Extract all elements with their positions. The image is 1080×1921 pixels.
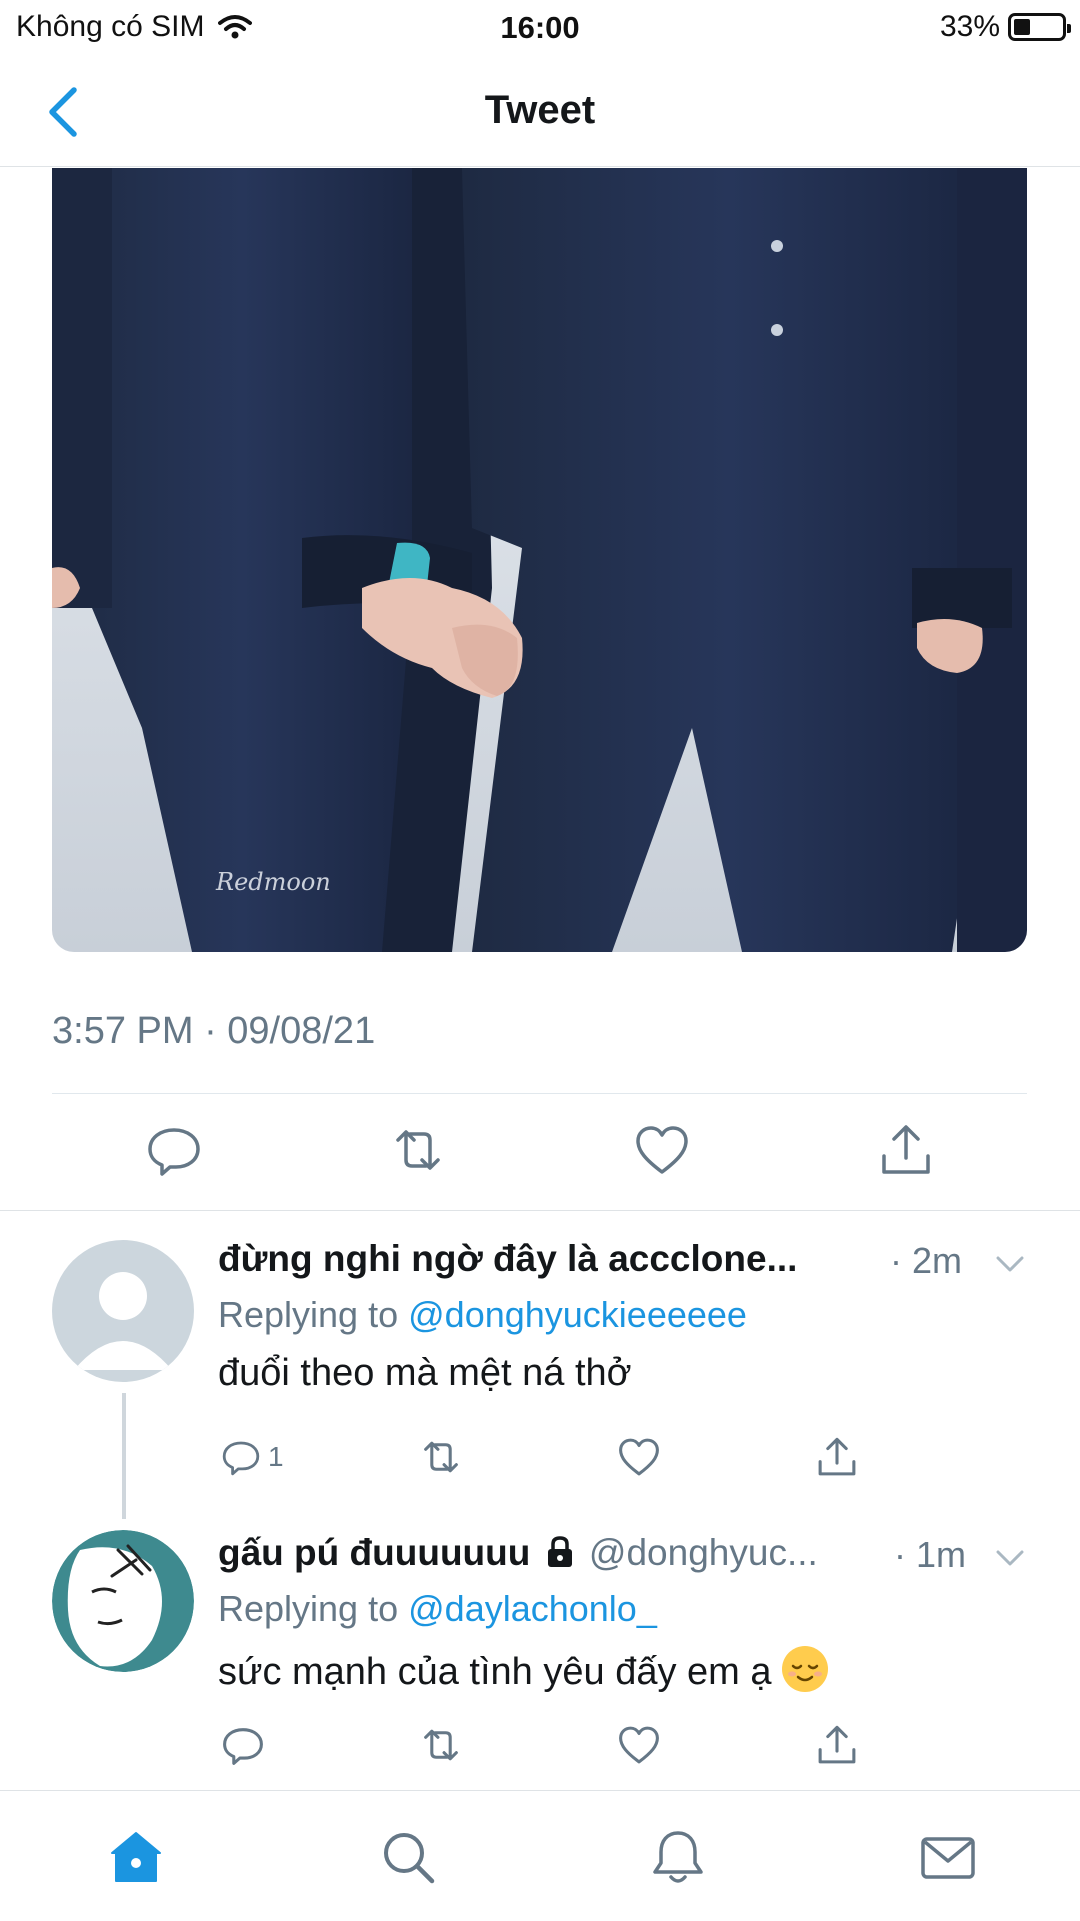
lock-icon [547,1536,572,1567]
page-title: Tweet [484,88,596,132]
reply-time: · 2m [890,1240,962,1281]
reply-text-line: sức mạnh của tình yêu đấy em ạ [218,1646,829,1694]
retweet-icon[interactable] [418,1722,464,1768]
reply-text: đuổi theo mà mệt ná thở [218,1352,632,1394]
battery-icon [1008,13,1071,41]
reply-actions [0,1722,1080,1772]
clock: 16:00 [500,10,580,45]
reply-count: 1 [268,1441,284,1472]
chevron-down-icon[interactable] [992,1246,1028,1282]
like-icon[interactable] [616,1434,662,1480]
replying-to-line: Replying to @daylachonlo_ [218,1588,657,1630]
search-icon[interactable] [378,1827,438,1887]
tab-bar [0,1790,1080,1921]
chevron-down-icon[interactable] [992,1540,1028,1576]
reply-item[interactable]: đừng nghi ngờ đây là accclone... · 2m Re… [0,1212,1080,1512]
reply-author-line[interactable]: gấu pú đuuuuuuu @donghyuc... [218,1532,818,1574]
default-avatar-icon [74,1272,172,1370]
like-icon[interactable] [632,1120,692,1180]
share-icon[interactable] [876,1120,936,1180]
image-watermark: Redmoon [216,868,331,896]
avatar[interactable] [52,1530,194,1672]
replying-prefix: Replying to [218,1294,399,1335]
replying-to-link[interactable]: @daylachonlo_ [408,1588,657,1629]
avatar[interactable] [52,1240,194,1382]
reply-icon [222,1441,260,1476]
reply-icon[interactable] [220,1722,266,1768]
divider [0,1210,1080,1211]
reply-text: sức mạnh của tình yêu đấy em ạ [218,1651,772,1693]
battery-group: 33% [939,10,1071,44]
messages-icon[interactable] [918,1827,978,1887]
reply-button[interactable]: 1 [220,1434,284,1480]
tweet-image[interactable]: Redmoon [52,168,1027,952]
like-icon[interactable] [616,1722,662,1768]
thread-connector [122,1393,126,1519]
retweet-icon[interactable] [418,1434,464,1480]
avatar-illustration-icon [52,1530,194,1672]
share-icon[interactable] [814,1434,860,1480]
reply-item[interactable]: gấu pú đuuuuuuu @donghyuc... · 1m Replyi… [0,1512,1080,1792]
share-icon[interactable] [814,1722,860,1768]
reply-author-handle: @donghyuc... [588,1532,818,1573]
retweet-icon[interactable] [388,1120,448,1180]
battery-percent: 33% [939,10,1000,43]
divider [52,1093,1027,1094]
nav-bar: Tweet [0,60,1080,167]
reply-actions: 1 [0,1434,1080,1484]
relieved-face-emoji-icon [782,1646,829,1692]
reply-author-name[interactable]: gấu pú đuuuuuuu [218,1532,530,1573]
tweet-photo-illustration [52,168,1027,952]
tweet-actions [0,1120,1080,1184]
tweet-timestamp[interactable]: 3:57 PM · 09/08/21 [52,1010,375,1053]
replying-to-link[interactable]: @donghyuckieeeeee [408,1294,747,1335]
status-bar: Không có SIM 16:00 33% [0,0,1080,60]
notifications-icon[interactable] [648,1827,708,1887]
replying-to-line: Replying to @donghyuckieeeeee [218,1294,747,1336]
home-icon[interactable] [106,1827,166,1887]
reply-author-name[interactable]: đừng nghi ngờ đây là accclone... [218,1238,797,1280]
reply-time: · 1m [894,1534,966,1575]
replying-prefix: Replying to [218,1588,399,1629]
reply-icon[interactable] [144,1120,204,1180]
